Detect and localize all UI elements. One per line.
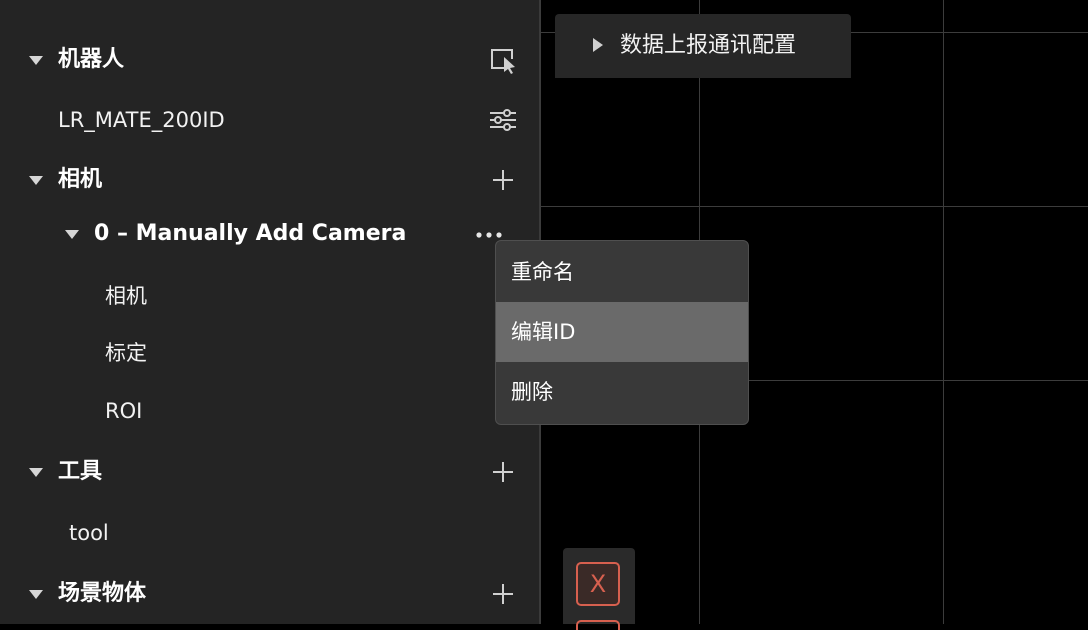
tree-item-calibration[interactable]: 标定 (0, 333, 540, 373)
tree-item-camera[interactable]: 相机 (0, 276, 540, 316)
context-menu: 重命名 编辑ID 删除 (495, 240, 749, 425)
tree-item-roi[interactable]: ROI (0, 391, 540, 431)
menu-item-delete[interactable]: 删除 (496, 362, 748, 422)
tree-section-label: 相机 (58, 167, 103, 192)
tree-item-tool[interactable]: tool (0, 513, 540, 553)
scene-tree-panel: 机器人 LR_MATE_200ID 相机 0 – Manually Add Ca… (0, 0, 540, 624)
sliders-icon[interactable] (488, 106, 518, 134)
menu-item-rename[interactable]: 重命名 (496, 242, 748, 302)
tree-group-label: 0 – Manually Add Camera (94, 221, 407, 246)
tree-item-robot[interactable]: LR_MATE_200ID (0, 100, 540, 140)
tree-section-label: 场景物体 (58, 581, 147, 606)
tree-section-tool[interactable]: 工具 (0, 452, 540, 492)
tree-item-label: LR_MATE_200ID (58, 108, 225, 132)
menu-item-edit-id[interactable]: 编辑ID (496, 302, 748, 362)
ellipsis-icon[interactable] (475, 231, 503, 239)
toolbar-button[interactable] (576, 620, 620, 630)
tree-section-robot[interactable]: 机器人 (0, 40, 540, 80)
cursor-select-icon[interactable] (488, 46, 518, 74)
caret-down-icon[interactable] (29, 468, 43, 477)
caret-down-icon[interactable] (29, 590, 43, 599)
tree-section-label: 机器人 (58, 47, 125, 72)
caret-down-icon[interactable] (65, 230, 79, 239)
tree-section-label: 工具 (58, 459, 103, 484)
grid-line (943, 0, 944, 624)
viewport-toolbar: X (563, 548, 635, 630)
tree-item-label: 标定 (105, 341, 147, 365)
grid-line (540, 206, 1088, 207)
add-tool-plus-icon[interactable] (492, 461, 514, 483)
tree-section-camera[interactable]: 相机 (0, 160, 540, 200)
caret-down-icon[interactable] (29, 176, 43, 185)
data-report-comm-config-panel[interactable]: 数据上报通讯配置 (555, 14, 851, 78)
comm-config-label: 数据上报通讯配置 (620, 33, 797, 58)
tree-item-label: ROI (105, 399, 143, 423)
add-camera-plus-icon[interactable] (492, 169, 514, 191)
tree-group-camera-0[interactable]: 0 – Manually Add Camera (0, 214, 540, 254)
caret-down-icon[interactable] (29, 56, 43, 65)
tree-item-label: 相机 (105, 284, 147, 308)
close-x-button[interactable]: X (576, 562, 620, 606)
tree-item-label: tool (69, 521, 109, 545)
add-scene-object-plus-icon[interactable] (492, 583, 514, 605)
tree-section-scene-objects[interactable]: 场景物体 (0, 574, 540, 614)
caret-right-icon[interactable] (593, 38, 603, 52)
